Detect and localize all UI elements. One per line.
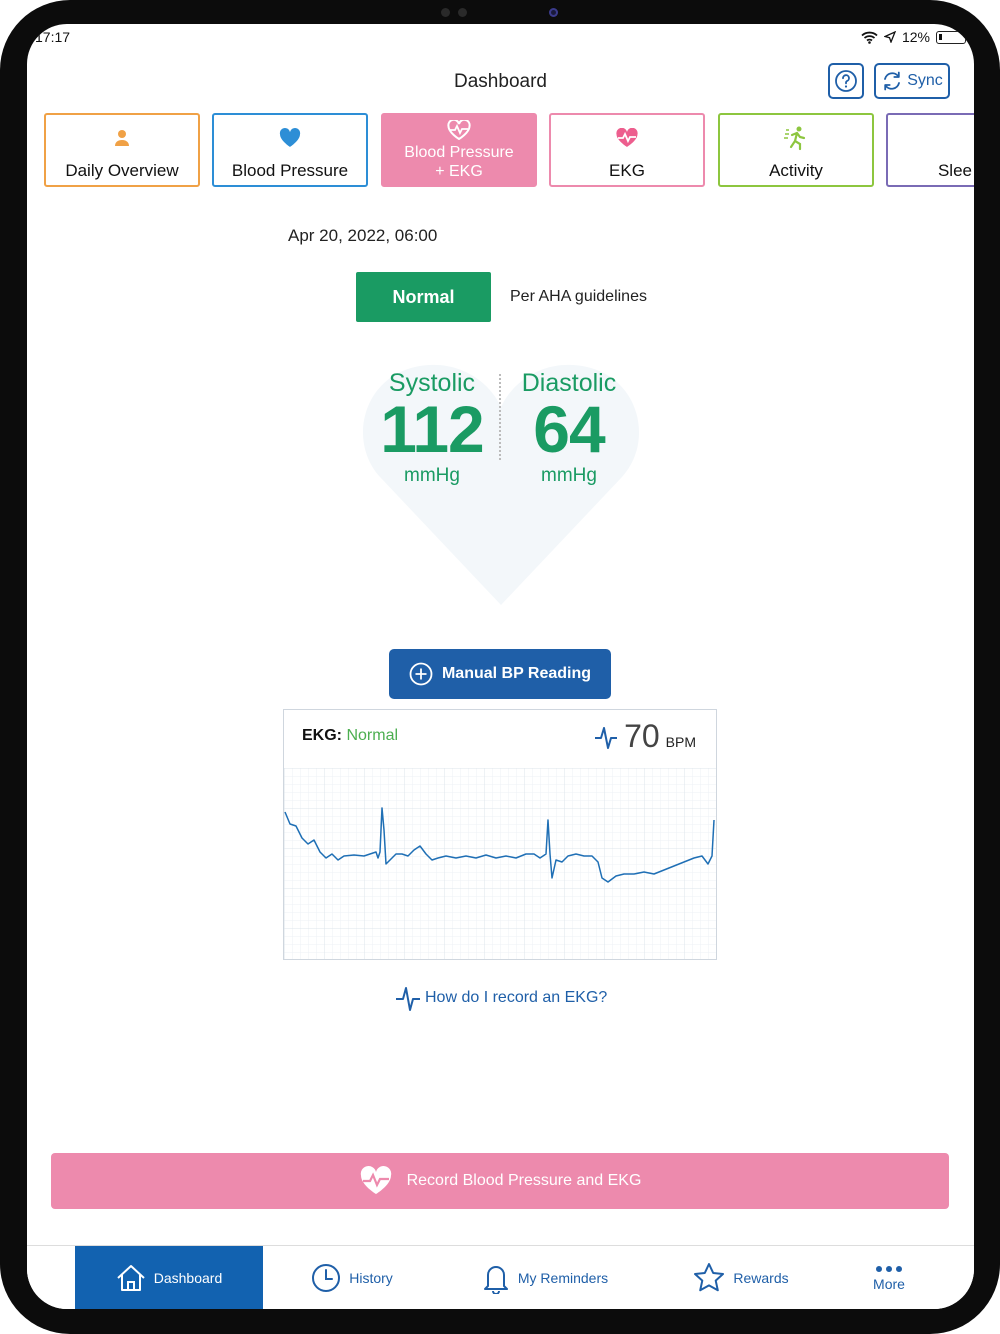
- ekg-label: EKG: Normal: [302, 727, 398, 745]
- home-icon: [117, 1265, 145, 1291]
- nav-more[interactable]: More: [859, 1246, 919, 1309]
- battery-icon: [936, 30, 966, 44]
- nav-dashboard[interactable]: Dashboard: [75, 1246, 263, 1309]
- nav-label: Dashboard: [153, 1270, 223, 1286]
- nav-label: More: [873, 1276, 905, 1292]
- how-to-label: How do I record an EKG?: [425, 989, 608, 1006]
- pulse-icon: [595, 726, 618, 749]
- tab-blood-pressure-ekg[interactable]: Blood Pressure + EKG: [381, 113, 537, 187]
- camera-dot: [441, 8, 450, 17]
- heart-pulse-icon: [360, 1166, 391, 1194]
- tab-label: EKG: [609, 161, 645, 180]
- tab-daily-overview[interactable]: Daily Overview: [44, 113, 200, 187]
- diastolic-unit: mmHg: [541, 465, 597, 486]
- question-icon: [835, 70, 857, 92]
- sync-label: Sync: [907, 72, 943, 89]
- guideline-text: Per AHA guidelines: [510, 288, 647, 305]
- nav-history[interactable]: History: [297, 1246, 407, 1309]
- star-icon: [694, 1263, 725, 1292]
- pulse-icon: [396, 987, 420, 1011]
- heart-pulse-icon: [615, 123, 639, 153]
- ekg-card[interactable]: EKG: Normal 70 BPM: [283, 709, 717, 960]
- ekg-trace-chart: [284, 768, 716, 959]
- reading-datetime: Apr 20, 2022, 06:00: [288, 226, 438, 245]
- ekg-bpm: 70 BPM: [594, 718, 696, 755]
- tab-sleep[interactable]: Slee: [886, 113, 974, 187]
- tab-label: Blood Pressure: [231, 161, 349, 180]
- tab-label: Slee: [937, 161, 972, 180]
- ekg-status: Normal: [346, 727, 399, 744]
- tab-ekg[interactable]: EKG: [549, 113, 705, 187]
- clock-icon: [312, 1264, 341, 1292]
- heart-pulse-icon: [447, 119, 471, 141]
- status-indicators: 12%: [861, 29, 966, 45]
- systolic-unit: mmHg: [404, 465, 460, 486]
- plus-circle-icon: [409, 662, 433, 686]
- more-dots-icon: [876, 1266, 902, 1272]
- ekg-label-text: EKG:: [302, 727, 342, 744]
- nav-my-reminders[interactable]: My Reminders: [475, 1246, 615, 1309]
- tab-label: Blood Pressure + EKG: [404, 144, 514, 180]
- systolic-value: 112: [380, 392, 484, 466]
- diastolic-value: 64: [533, 392, 605, 466]
- screen: 17:17 12% Dashboard Sync Daily Overview: [27, 24, 974, 1309]
- battery-percent: 12%: [901, 29, 930, 45]
- bell-icon: [483, 1266, 508, 1294]
- status-badge: Normal: [356, 272, 491, 322]
- bpm-value: 70: [624, 718, 660, 754]
- moon-icon: [948, 123, 966, 153]
- heart-icon: [279, 123, 301, 153]
- manual-bp-reading-button[interactable]: Manual BP Reading: [389, 649, 611, 699]
- tab-activity[interactable]: Activity: [718, 113, 874, 187]
- device-frame: 17:17 12% Dashboard Sync Daily Overview: [0, 0, 1000, 1334]
- bottom-nav: Dashboard History My Reminders Rewards M…: [27, 1245, 974, 1309]
- record-label: Record Blood Pressure and EKG: [406, 1172, 642, 1189]
- location-arrow-icon: [883, 31, 896, 43]
- sync-icon: [884, 71, 901, 91]
- nav-rewards[interactable]: Rewards: [691, 1246, 791, 1309]
- person-icon: [114, 123, 130, 153]
- nav-label: Rewards: [733, 1270, 789, 1286]
- status-time: 17:17: [35, 29, 71, 45]
- tab-blood-pressure[interactable]: Blood Pressure: [212, 113, 368, 187]
- record-bp-ekg-button[interactable]: Record Blood Pressure and EKG: [51, 1153, 949, 1209]
- help-button[interactable]: [828, 63, 864, 99]
- bpm-unit: BPM: [665, 734, 696, 750]
- ekg-card-header: EKG: Normal 70 BPM: [284, 710, 716, 768]
- camera-lens: [549, 8, 558, 17]
- manual-bp-label: Manual BP Reading: [441, 665, 592, 682]
- tab-label: Daily Overview: [65, 161, 179, 180]
- ekg-grid-background: [284, 768, 716, 959]
- how-to-record-ekg-link[interactable]: How do I record an EKG?: [395, 984, 607, 1012]
- nav-label: History: [349, 1270, 393, 1286]
- wifi-icon: [861, 31, 878, 44]
- nav-label: My Reminders: [517, 1270, 609, 1286]
- camera-dot: [458, 8, 467, 17]
- activity-icon: [783, 123, 809, 153]
- sync-button[interactable]: Sync: [874, 63, 950, 99]
- tab-label: Activity: [769, 161, 823, 180]
